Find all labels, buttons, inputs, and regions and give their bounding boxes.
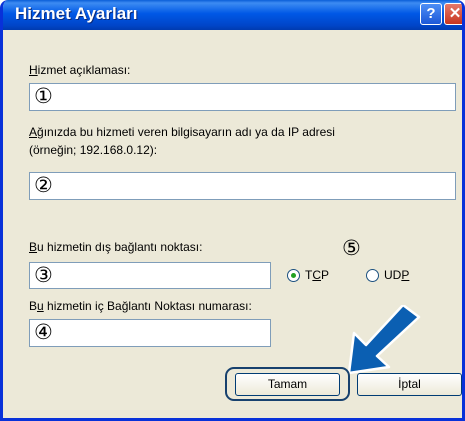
title-bar[interactable]: Hizmet Ayarları ? ✕ xyxy=(3,0,462,30)
internal-port-label: Bu hizmetin iç Bağlantı Noktası numarası… xyxy=(29,299,252,313)
tcp-label[interactable]: TCP xyxy=(305,268,329,282)
tcp-radio[interactable] xyxy=(287,269,300,282)
callout-1: ① xyxy=(34,85,53,108)
external-port-label: Bu hizmetin dış bağlantı noktası: xyxy=(29,240,203,254)
udp-radio[interactable] xyxy=(366,269,379,282)
external-port-input[interactable]: ③ xyxy=(29,262,271,289)
service-settings-dialog: Hizmet Ayarları ? ✕ Hizmet açıklaması: ①… xyxy=(0,0,465,421)
tcp-radio-dot xyxy=(291,273,296,278)
callout-3: ③ xyxy=(34,264,53,287)
cancel-button[interactable]: İptal xyxy=(357,373,462,396)
ok-button[interactable]: Tamam xyxy=(235,373,340,396)
host-input[interactable]: ② xyxy=(29,172,456,200)
udp-label[interactable]: UDP xyxy=(384,268,409,282)
callout-2: ② xyxy=(34,174,53,197)
dialog-title: Hizmet Ayarları xyxy=(15,4,138,23)
pointer-arrow-icon xyxy=(347,305,421,375)
service-description-input[interactable]: ① xyxy=(29,83,456,111)
internal-port-input[interactable]: ④ xyxy=(29,319,271,347)
host-label-example: (örneğin; 192.168.0.12): xyxy=(29,143,158,157)
callout-5: ⑤ xyxy=(342,237,361,260)
callout-4: ④ xyxy=(34,321,53,344)
service-description-label: Hizmet açıklaması: xyxy=(29,63,131,77)
close-button[interactable]: ✕ xyxy=(444,3,462,25)
help-button[interactable]: ? xyxy=(420,3,442,25)
host-label: Ağınızda bu hizmeti veren bilgisayarın a… xyxy=(29,125,335,139)
